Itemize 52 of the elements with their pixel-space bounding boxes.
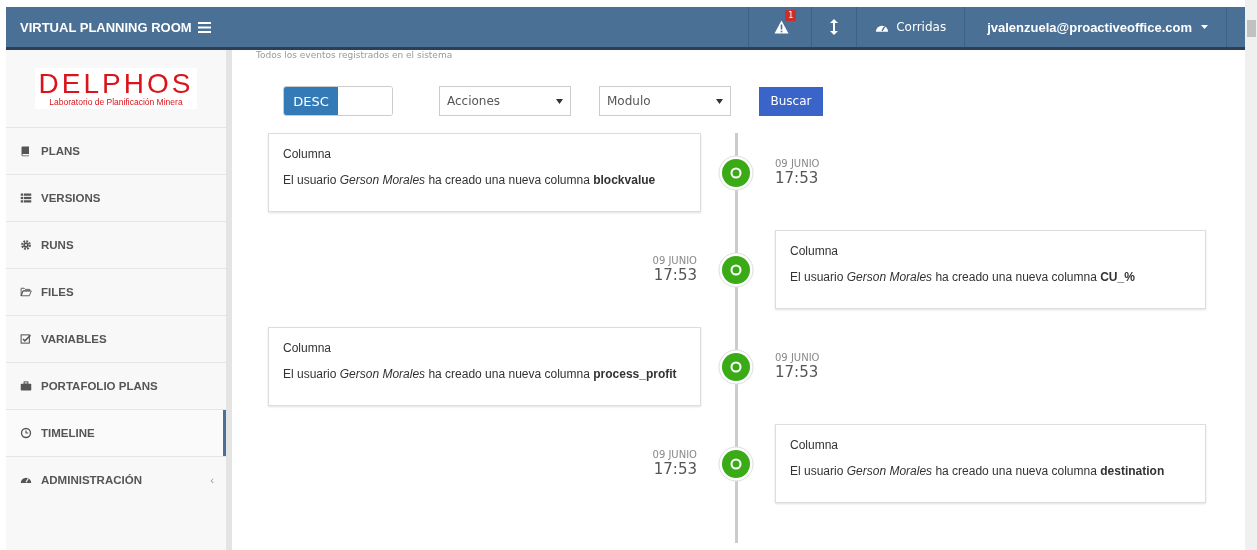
dropdown-arrow-icon [716, 98, 723, 104]
scrollbar[interactable] [1245, 0, 1257, 550]
event-message: El usuario Gerson Morales ha creado una nueva columna process_profit [283, 366, 678, 383]
caret-icon [1201, 25, 1208, 29]
vertical-arrows-icon [830, 19, 839, 35]
event-time: 17:53 [653, 460, 697, 478]
timeline-marker-icon [717, 445, 754, 482]
event-title: Columna [790, 438, 840, 452]
sidebar-item[interactable]: VERSIONS [6, 174, 226, 221]
timeline-marker-icon [717, 348, 754, 385]
timeline-marker-icon [717, 251, 754, 288]
event-date: 09 JUNIO [775, 158, 821, 169]
module-select[interactable]: Modulo [599, 86, 731, 116]
sidebar-item[interactable]: TIMELINE [6, 409, 226, 456]
notification-badge: 1 [785, 10, 797, 21]
event-message: El usuario Gerson Morales ha creado una nueva columna CU_% [790, 269, 1136, 286]
event-date: 09 JUNIO [652, 255, 697, 266]
event-time: 17:53 [775, 169, 820, 187]
sidebar-item[interactable]: VARIABLES [6, 315, 226, 362]
folder-icon [20, 286, 32, 298]
event-date: 09 JUNIO [775, 352, 821, 363]
event-title: Columna [790, 244, 840, 258]
timeline-marker-icon [717, 154, 754, 191]
event-time: 17:53 [775, 363, 820, 381]
delphos-logo: DELPHOS Laboratorio de Planificación Minera [34, 68, 198, 109]
clock-icon [20, 427, 32, 439]
event-title: Columna [283, 341, 333, 355]
event-title: Columna [283, 147, 333, 161]
sidebar-item[interactable]: ADMINISTRACIÓN ‹ [6, 456, 226, 503]
event-message: El usuario Gerson Morales ha creado una nueva columna destination [790, 463, 1166, 480]
page-subtitle: Todos los eventos registrados en el sistema [255, 50, 454, 61]
list-icon [20, 192, 32, 204]
app-title: VIRTUAL PLANNING ROOM [20, 19, 192, 35]
event-time: 17:53 [653, 266, 697, 284]
search-button[interactable]: Buscar [759, 86, 823, 116]
event-message: El usuario Gerson Morales ha creado una nueva columna blockvalue [283, 172, 657, 189]
sidebar-item[interactable]: RUNS [6, 221, 226, 268]
actions-select[interactable]: Acciones [439, 86, 571, 116]
runs-button[interactable]: Corridas [856, 7, 965, 47]
gear-icon [20, 239, 32, 251]
dropdown-arrow-icon [556, 98, 563, 104]
user-menu[interactable]: jvalenzuela@proactiveoffice.com [964, 7, 1227, 47]
sidebar-item[interactable]: PLANS [6, 127, 226, 174]
checkbox-icon [20, 333, 32, 345]
menu-icon[interactable] [197, 21, 211, 33]
sort-toggle[interactable]: DESC [283, 86, 393, 116]
sidebar-item[interactable]: FILES [6, 268, 226, 315]
event-date: 09 JUNIO [652, 449, 697, 460]
briefcase-icon [20, 380, 32, 392]
alerts-button[interactable]: 1 [748, 7, 812, 47]
book-icon [20, 145, 32, 157]
warning-icon [774, 20, 790, 34]
